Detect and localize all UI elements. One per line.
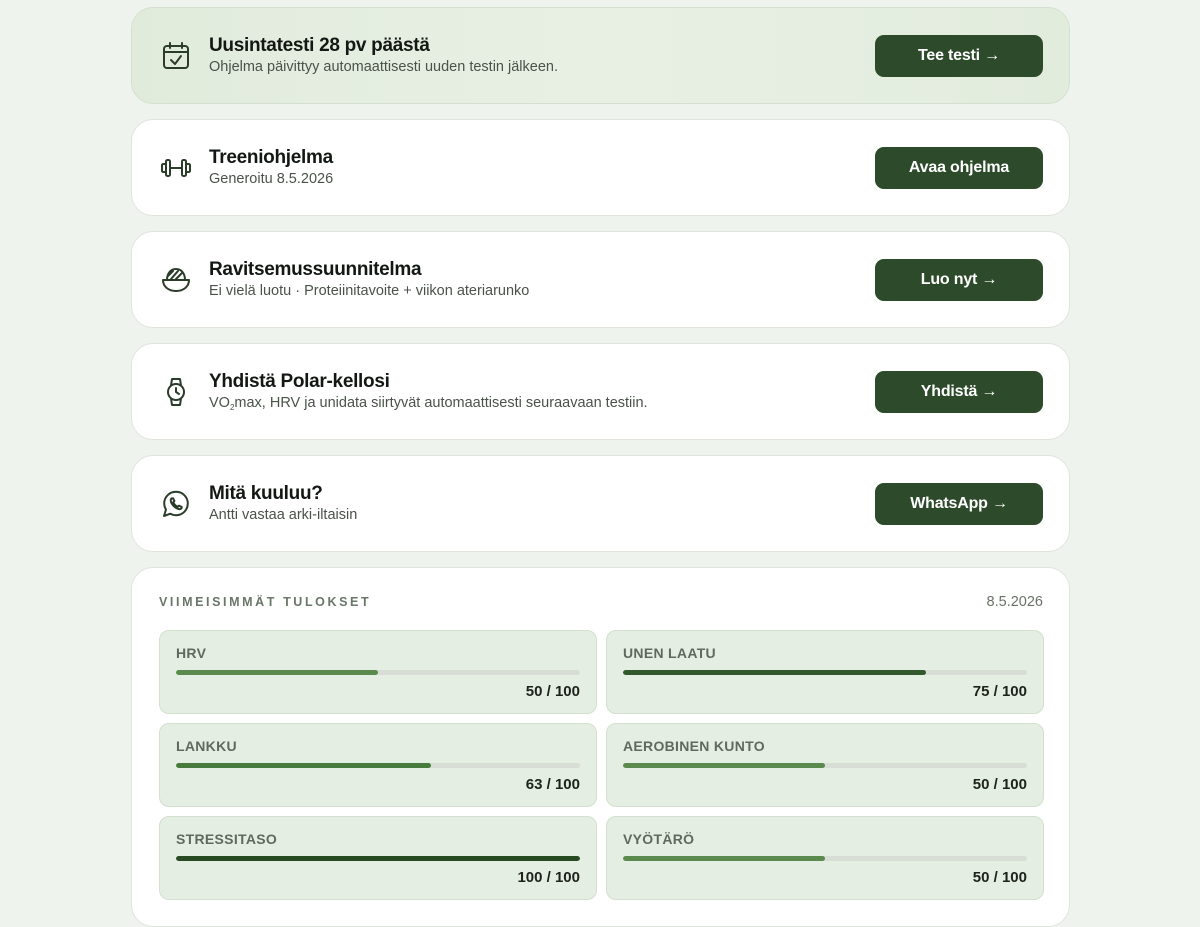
open-program-button[interactable]: Avaa ohjelma	[875, 146, 1043, 189]
contact-card: Mitä kuuluu? Antti vastaa arki-iltaisin …	[131, 455, 1070, 552]
metric-card-waist: VYÖTÄRÖ 50 / 100	[606, 816, 1044, 900]
metric-progress-track	[623, 856, 1027, 861]
latest-results-heading: VIIMEISIMMÄT TULOKSET	[159, 595, 372, 609]
metric-name: HRV	[176, 645, 207, 661]
metric-card-hrv: HRV 50 / 100	[159, 630, 597, 714]
contact-subtitle: Antti vastaa arki-iltaisin	[209, 507, 358, 523]
metric-value: 50 / 100	[525, 683, 580, 700]
training-program-card: Treeniohjelma Generoitu 8.5.2026 Avaa oh…	[131, 119, 1070, 216]
retest-subtitle: Ohjelma päivittyy automaattisesti uuden …	[209, 59, 558, 75]
watch-icon	[159, 375, 193, 409]
retest-card: Uusintatesti 28 pv päästä Ohjelma päivit…	[131, 7, 1070, 104]
metric-progress-track	[623, 763, 1027, 768]
metric-card-stress-level: STRESSITASO 100 / 100	[159, 816, 597, 900]
metric-progress-fill	[176, 763, 431, 768]
latest-results-panel: VIIMEISIMMÄT TULOKSET 8.5.2026 HRV 50 / …	[131, 567, 1070, 927]
metric-value: 50 / 100	[972, 869, 1027, 886]
connect-button[interactable]: Yhdistä →	[875, 370, 1043, 413]
metric-progress-fill	[623, 856, 825, 861]
whatsapp-button[interactable]: WhatsApp →	[875, 482, 1043, 525]
metric-progress-fill	[176, 670, 378, 675]
nutrition-plan-subtitle: Ei vielä luotu · Proteiinitavoite + viik…	[209, 283, 530, 299]
whatsapp-icon	[159, 487, 193, 521]
contact-title: Mitä kuuluu?	[209, 483, 323, 504]
polar-connect-card: Yhdistä Polar-kellosi VO2max, HRV ja uni…	[131, 343, 1070, 440]
training-program-subtitle: Generoitu 8.5.2026	[209, 171, 334, 187]
metric-card-aerobic-fitness: AEROBINEN KUNTO 50 / 100	[606, 723, 1044, 807]
nutrition-plan-card: Ravitsemussuunnitelma Ei vielä luotu · P…	[131, 231, 1070, 328]
metric-value: 50 / 100	[972, 776, 1027, 793]
metric-progress-fill	[623, 670, 926, 675]
polar-connect-subtitle: VO2max, HRV ja unidata siirtyvät automaa…	[209, 395, 648, 412]
latest-results-date: 8.5.2026	[986, 594, 1043, 610]
metric-value: 63 / 100	[525, 776, 580, 793]
metric-name: UNEN LAATU	[623, 645, 716, 661]
metric-card-sleep-quality: UNEN LAATU 75 / 100	[606, 630, 1044, 714]
training-program-title: Treeniohjelma	[209, 147, 333, 168]
metric-name: VYÖTÄRÖ	[623, 831, 695, 847]
bowl-icon	[159, 263, 193, 297]
metrics-grid: HRV 50 / 100 UNEN LAATU 75 / 100 LANKKU …	[159, 630, 1044, 900]
nutrition-plan-title: Ravitsemussuunnitelma	[209, 259, 422, 280]
metric-progress-fill	[623, 763, 825, 768]
calendar-check-icon	[159, 39, 193, 73]
metric-name: AEROBINEN KUNTO	[623, 738, 765, 754]
metric-name: STRESSITASO	[176, 831, 278, 847]
metric-progress-track	[176, 763, 580, 768]
take-test-button[interactable]: Tee testi →	[875, 34, 1043, 77]
dashboard-list: Uusintatesti 28 pv päästä Ohjelma päivit…	[131, 7, 1070, 927]
metric-card-plank: LANKKU 63 / 100	[159, 723, 597, 807]
metric-progress-track	[176, 670, 580, 675]
create-now-button[interactable]: Luo nyt →	[875, 258, 1043, 301]
metric-progress-track	[623, 670, 1027, 675]
metric-value: 100 / 100	[517, 869, 580, 886]
retest-title: Uusintatesti 28 pv päästä	[209, 35, 430, 56]
polar-connect-title: Yhdistä Polar-kellosi	[209, 371, 390, 392]
metric-name: LANKKU	[176, 738, 237, 754]
metric-value: 75 / 100	[972, 683, 1027, 700]
dumbbell-icon	[159, 151, 193, 185]
metric-progress-track	[176, 856, 580, 861]
metric-progress-fill	[176, 856, 580, 861]
